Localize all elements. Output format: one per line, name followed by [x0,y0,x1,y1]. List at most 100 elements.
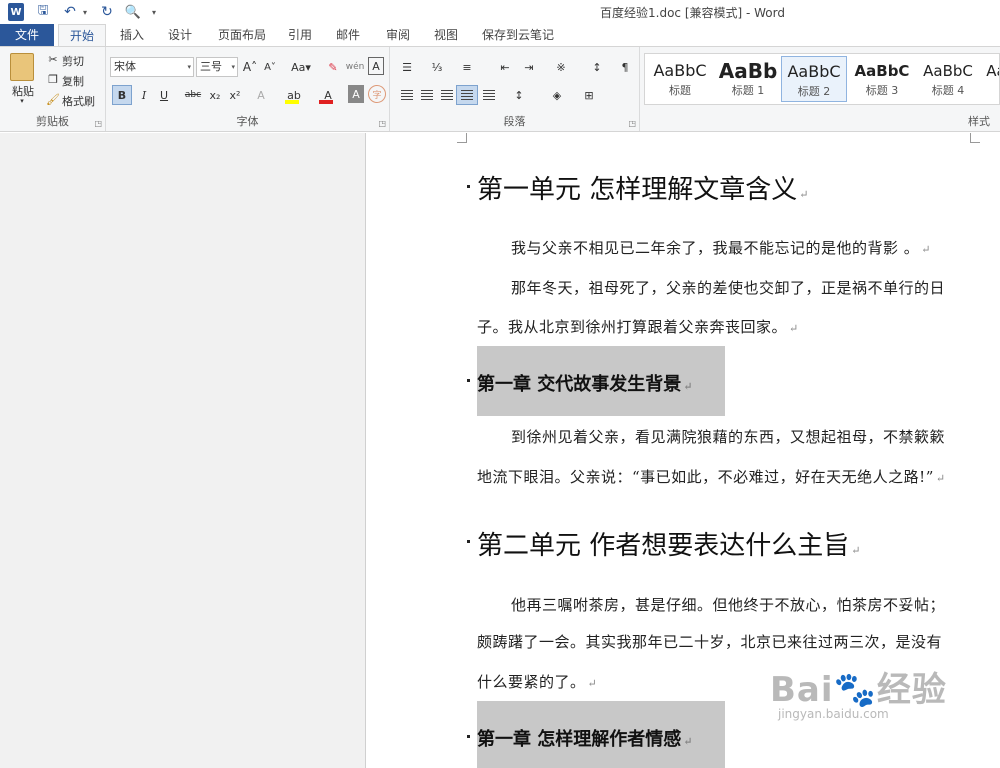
enclose-characters-button[interactable]: 字 [368,85,386,103]
font-size-value: 三号 [200,60,222,73]
paragraph-4-line-3[interactable]: 什么要紧的了。 ↵ [477,671,597,692]
paragraph-2-line-2[interactable]: 子。我从北京到徐州打算跟着父亲奔丧回家。 ↵ [477,316,799,337]
chapter1-heading[interactable]: 第一章 交代故事发生背景 ↵ [477,346,725,416]
cut-button[interactable]: 剪切 [62,53,84,69]
strikethrough-button[interactable]: abc [182,85,204,105]
tab-save-to-cloud-notes[interactable]: 保存到云笔记 [476,24,560,46]
highlight-button[interactable]: ab [282,85,306,105]
paragraph-4-line-2[interactable]: 颇踌躇了一会。其实我那年已二十岁，北京已来往过两三次，是没有 [477,631,942,652]
increase-indent-button[interactable]: ⇥ [518,57,540,77]
paragraph-mark: ↵ [683,735,693,748]
paragraph-3-line-1[interactable]: 到徐州见着父亲，看见满院狼藉的东西，又想起祖母，不禁簌簌 [511,426,945,447]
subscript-button[interactable]: x₂ [206,85,224,105]
undo-dropdown-icon[interactable]: ▾ [80,3,90,21]
paragraph-2-line-1[interactable]: 那年冬天，祖母死了，父亲的差使也交卸了，正是祸不单行的日 [511,277,945,298]
paragraph-mark: ↵ [851,544,861,557]
align-left-button[interactable] [396,85,418,105]
superscript-button[interactable]: x² [226,85,244,105]
justify-icon [461,90,473,100]
tab-mailings[interactable]: 邮件 [330,24,366,46]
font-group-label: 字体 [236,115,259,128]
clipboard-launcher-icon[interactable]: ◳ [94,119,102,128]
customize-toolbar-icon[interactable]: ▾ [148,3,160,21]
save-button[interactable]: 🖫 [34,3,52,21]
style-heading-4[interactable]: AaBbC 标题 4 [915,56,981,102]
line-spacing-button[interactable]: ↕ [508,85,530,105]
style-heading-2[interactable]: AaBbC 标题 2 [781,56,847,102]
align-center-button[interactable] [416,85,438,105]
numbering-button[interactable]: ⅓ [426,57,448,77]
multilevel-list-button[interactable]: ≡ [456,57,478,77]
underline-button[interactable]: U [156,85,172,105]
paragraph-4-line-1[interactable]: 他再三嘱咐茶房，甚是仔细。但他终于不放心，怕茶房不妥帖； [511,594,945,615]
unit1-heading[interactable]: 第一单元 怎样理解文章含义 ↵ [477,169,808,206]
decrease-indent-button[interactable]: ⇤ [494,57,516,77]
paragraph-3-line-2[interactable]: 地流下眼泪。父亲说：“事已如此，不必难过，好在天无绝人之路!” ↵ [477,466,946,487]
tab-design[interactable]: 设计 [160,24,200,46]
heading-bullet-mark [467,379,470,382]
copy-icon[interactable]: ❐ [46,73,60,86]
chevron-down-icon[interactable]: ▾ [187,58,191,76]
watermark-brand: Bai🐾经验 [770,670,947,710]
justify-button[interactable] [456,85,478,105]
heading-bullet-mark [467,185,470,188]
chapter2-heading[interactable]: 第一章 怎样理解作者情感 ↵ [477,701,725,768]
shrink-font-button[interactable]: A˅ [262,57,278,77]
format-painter-icon[interactable]: 🖌 [46,93,60,106]
character-shading-button[interactable]: A [348,85,364,103]
phonetic-guide-button[interactable]: wén [346,57,365,77]
paragraph-launcher-icon[interactable]: ◳ [628,119,636,128]
chevron-down-icon[interactable]: ▾ [231,58,235,76]
redo-button[interactable]: ↻ [98,3,116,21]
asian-layout-button[interactable]: ※ [550,57,572,77]
paragraph-3-line-2-text: 地流下眼泪。父亲说：“事已如此，不必难过，好在天无绝人之路!” [477,468,934,486]
distributed-icon [483,90,495,100]
undo-button[interactable]: ↶ [60,3,80,21]
shading-button[interactable]: ◈ [546,85,568,105]
paste-icon[interactable] [10,53,34,81]
format-painter-button[interactable]: 格式刷 [62,93,95,109]
paragraph-1[interactable]: 我与父亲不相见已二年余了，我最不能忘记的是他的背影 。 ↵ [511,237,931,258]
chapter2-heading-text: 第一章 怎样理解作者情感 [477,729,682,750]
italic-button[interactable]: I [136,85,152,105]
tab-references[interactable]: 引用 [282,24,318,46]
scissors-icon[interactable]: ✂ [46,53,60,66]
show-marks-button[interactable]: ¶ [614,57,636,77]
tab-review[interactable]: 审阅 [380,24,416,46]
paste-dropdown-icon[interactable]: ▾ [16,97,28,105]
tab-page-layout[interactable]: 页面布局 [210,24,274,46]
paragraph-4-line-3-text: 什么要紧的了。 [477,673,586,691]
style-title[interactable]: AaBbC 标题 [647,56,713,102]
font-name-combo[interactable]: 宋体 ▾ [110,57,194,77]
bullets-button[interactable]: ☰ [396,57,418,77]
tab-home[interactable]: 开始 [58,24,106,47]
font-size-combo[interactable]: 三号 ▾ [196,57,238,77]
character-border-button[interactable]: A [368,57,384,75]
paragraph-mark: ↵ [935,472,946,485]
styles-gallery: AaBbC 标题 AaBb 标题 1 AaBbC 标题 2 AaBbC 标题 3… [644,53,1000,105]
tab-file[interactable]: 文件 [0,24,54,46]
grow-font-button[interactable]: A˄ [242,57,258,77]
paragraph-2-line-2-text: 子。我从北京到徐州打算跟着父亲奔丧回家。 [477,318,788,336]
distributed-button[interactable] [478,85,500,105]
tab-insert[interactable]: 插入 [112,24,152,46]
page-corner-mark [970,133,980,143]
style-next[interactable]: Aa [981,56,999,102]
style-heading-3[interactable]: AaBbC 标题 3 [849,56,915,102]
print-preview-button[interactable]: 🔍 [124,3,142,21]
heading-bullet-mark [467,540,470,543]
align-right-button[interactable] [436,85,458,105]
style-heading-1[interactable]: AaBb 标题 1 [715,56,781,102]
ribbon-tabs: 文件 开始 插入 设计 页面布局 引用 邮件 审阅 视图 保存到云笔记 [0,24,1000,47]
tab-view[interactable]: 视图 [428,24,464,46]
change-case-button[interactable]: Aa▾ [286,57,316,77]
unit2-heading[interactable]: 第二单元 作者想要表达什么主旨 ↵ [477,525,860,562]
font-launcher-icon[interactable]: ◳ [378,119,386,128]
sort-button[interactable]: ↕ [586,57,608,77]
bold-button[interactable]: B [112,85,132,105]
text-effects-button[interactable]: A [252,85,270,105]
clear-format-icon[interactable]: ✎ [324,57,342,77]
borders-button[interactable]: ⊞ [578,85,600,105]
font-color-button[interactable]: A [316,85,340,105]
copy-button[interactable]: 复制 [62,73,84,89]
